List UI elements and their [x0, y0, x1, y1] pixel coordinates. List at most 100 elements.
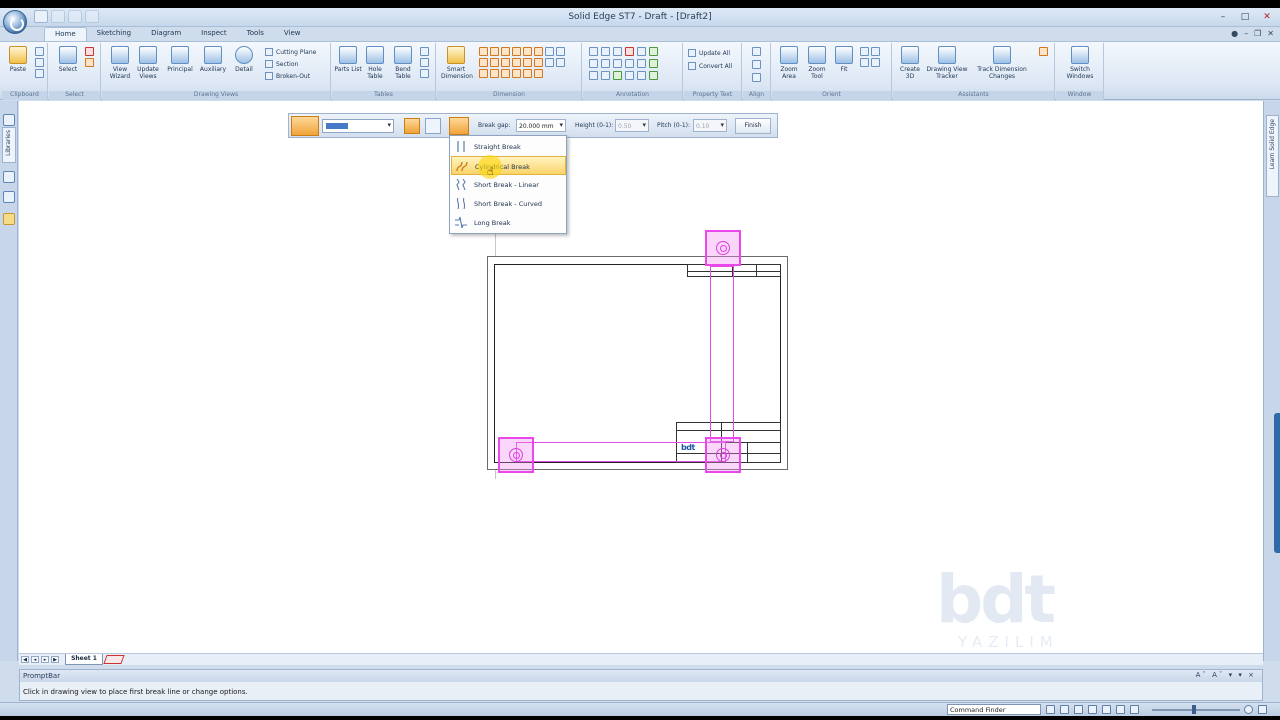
- dimension-15-icon[interactable]: [534, 69, 543, 78]
- break-handle-right[interactable]: [705, 437, 741, 473]
- application-button-icon[interactable]: [3, 10, 27, 34]
- height-input[interactable]: 0.50 ▾: [615, 119, 649, 132]
- dimension-5-icon[interactable]: [512, 58, 521, 67]
- zoom-area-status-icon[interactable]: [1060, 705, 1069, 714]
- dimension-10-icon[interactable]: [479, 69, 488, 78]
- callout-icon[interactable]: [589, 47, 598, 56]
- libraries-tab[interactable]: Libraries: [2, 127, 16, 163]
- table-options-icon[interactable]: [420, 58, 429, 67]
- balloon-icon[interactable]: [601, 47, 610, 56]
- drawing-view-tracker-button[interactable]: Drawing View Tracker: [925, 46, 969, 80]
- sheet-views-icon[interactable]: [3, 191, 15, 203]
- view-options-icon[interactable]: [871, 58, 880, 67]
- dimension-13-icon[interactable]: [512, 69, 521, 78]
- pitch-input[interactable]: 0.10 ▾: [693, 119, 727, 132]
- zoom-slider-thumb[interactable]: [1192, 705, 1196, 714]
- chamfer-icon[interactable]: [534, 47, 543, 56]
- tab-view[interactable]: View: [274, 27, 311, 41]
- menu-item-short-break-linear[interactable]: Short Break - Linear: [451, 175, 566, 194]
- angular-coordinate-icon[interactable]: [512, 47, 521, 56]
- update-all-button[interactable]: Update All: [688, 49, 730, 57]
- detail-button[interactable]: Detail: [229, 46, 259, 73]
- pathfinder-icon[interactable]: [3, 114, 15, 126]
- align-center-icon[interactable]: [752, 60, 761, 69]
- dimension-3-icon[interactable]: [490, 58, 499, 67]
- prev-sheet-icon[interactable]: ◂: [31, 656, 39, 663]
- dimension-14-icon[interactable]: [523, 69, 532, 78]
- line-style-select[interactable]: ▾: [322, 119, 394, 133]
- menu-item-straight-break[interactable]: Straight Break: [451, 137, 566, 156]
- annotation-group-icon[interactable]: [649, 71, 658, 80]
- attach-icon[interactable]: [545, 47, 554, 56]
- text-icon[interactable]: [625, 47, 634, 56]
- align-icon[interactable]: [752, 47, 761, 56]
- tab-inspect[interactable]: Inspect: [191, 27, 237, 41]
- create-3d-button[interactable]: Create 3D: [895, 46, 925, 80]
- paste-button[interactable]: Paste: [3, 46, 33, 73]
- first-sheet-icon[interactable]: ◀: [21, 656, 29, 663]
- feature-control-frame-icon[interactable]: [601, 59, 610, 68]
- dimension-11-icon[interactable]: [490, 69, 499, 78]
- weld-symbol-icon[interactable]: [649, 47, 658, 56]
- table-more-icon[interactable]: [420, 69, 429, 78]
- break-handle-left[interactable]: [498, 437, 534, 473]
- command-finder-input[interactable]: Command Finder: [947, 704, 1041, 715]
- panel-scroll-handle[interactable]: [1274, 413, 1280, 553]
- select-button[interactable]: Select: [53, 46, 83, 73]
- surface-texture-icon[interactable]: [637, 47, 646, 56]
- dimension-9-icon[interactable]: [556, 58, 565, 67]
- section-button[interactable]: Section: [265, 60, 298, 68]
- smart-dimension-button[interactable]: Smart Dimension: [441, 46, 473, 80]
- sheet-status-icon[interactable]: [1116, 705, 1125, 714]
- annotation-extra-icon[interactable]: [613, 71, 622, 80]
- principal-button[interactable]: Principal: [165, 46, 195, 73]
- view-wizard-button[interactable]: View Wizard: [105, 46, 135, 80]
- tab-home[interactable]: Home: [44, 27, 87, 41]
- break-type-icon[interactable]: [449, 117, 469, 135]
- zoom-status-icon[interactable]: [1074, 705, 1083, 714]
- close-icon[interactable]: ✕: [1260, 11, 1274, 23]
- symmetric-diameter-icon[interactable]: [523, 47, 532, 56]
- vertical-break-icon[interactable]: [425, 118, 441, 134]
- update-views-button[interactable]: Update Views: [133, 46, 163, 80]
- dimension-style-icon[interactable]: [556, 47, 565, 56]
- annotation-align-icon[interactable]: [637, 71, 646, 80]
- annotation-options-icon[interactable]: [625, 71, 634, 80]
- annotation-more-icon[interactable]: [601, 71, 610, 80]
- cutting-plane-button[interactable]: Cutting Plane: [265, 48, 316, 56]
- dimension-8-icon[interactable]: [545, 58, 554, 67]
- status-options-icon[interactable]: [1258, 705, 1267, 714]
- learn-solid-edge-tab[interactable]: Learn Solid Edge: [1266, 115, 1279, 197]
- auxiliary-button[interactable]: Auxiliary: [198, 46, 228, 73]
- copy-icon[interactable]: [35, 58, 44, 67]
- pan-status-icon[interactable]: [1102, 705, 1111, 714]
- next-sheet-icon[interactable]: ▸: [41, 656, 49, 663]
- menu-item-cylindrical-break[interactable]: Cylindrical Break: [451, 156, 566, 175]
- doc-close-icon[interactable]: ✕: [1267, 29, 1274, 38]
- datum-target-icon[interactable]: [625, 59, 634, 68]
- coordinate-icon[interactable]: [501, 47, 510, 56]
- menu-item-short-break-curved[interactable]: Short Break - Curved: [451, 194, 566, 213]
- break-line-icon[interactable]: [291, 116, 319, 136]
- dimension-12-icon[interactable]: [501, 69, 510, 78]
- edge-condition-icon[interactable]: [589, 59, 598, 68]
- zoom-slider[interactable]: [1152, 709, 1240, 711]
- rotate-view-icon[interactable]: [860, 58, 869, 67]
- doc-minimize-icon[interactable]: –: [1244, 29, 1248, 38]
- cut-icon[interactable]: [35, 47, 44, 56]
- library-folder-icon[interactable]: [3, 213, 15, 225]
- datum-frame-icon[interactable]: [613, 59, 622, 68]
- track-dimension-changes-button[interactable]: Track Dimension Changes: [975, 46, 1029, 80]
- dimension-7-icon[interactable]: [534, 58, 543, 67]
- maximize-icon[interactable]: □: [1238, 11, 1252, 23]
- fit-button[interactable]: Fit: [829, 46, 859, 73]
- bend-table-button[interactable]: Bend Table: [388, 46, 418, 80]
- doc-restore-icon[interactable]: ❐: [1254, 29, 1261, 38]
- sheet-tab-1[interactable]: Sheet 1: [65, 654, 103, 665]
- parts-list-button[interactable]: Parts List: [333, 46, 363, 73]
- select-filter-icon[interactable]: [85, 58, 94, 67]
- tab-diagram[interactable]: Diagram: [141, 27, 191, 41]
- dimension-6-icon[interactable]: [523, 58, 532, 67]
- align-options-icon[interactable]: [752, 73, 761, 82]
- zoom-icon[interactable]: [871, 47, 880, 56]
